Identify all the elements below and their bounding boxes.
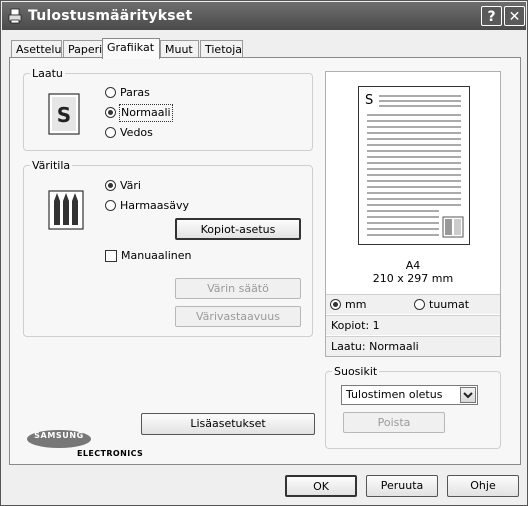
manual-checkbox[interactable] [105, 250, 117, 262]
copies-info: Kopiot: 1 [326, 315, 500, 335]
radio-label: tuumat [429, 298, 470, 311]
units-row: mm tuumat [326, 294, 500, 314]
quality-info: Laatu: Normaali [326, 336, 500, 356]
radio-label: Normaali [119, 104, 173, 122]
color-mode-legend: Väritila [32, 159, 71, 172]
pencils-icon [48, 190, 84, 230]
favorites-legend: Suosikit [334, 365, 378, 378]
radio-vedos[interactable] [105, 127, 116, 138]
delete-favorite-button[interactable]: Poista [343, 412, 445, 433]
ok-button[interactable]: OK [285, 475, 357, 497]
favorites-dropdown-button[interactable] [460, 387, 476, 403]
preview-panel: S A4 210 x 297 mm mm tuumat Kopiot: 1 La… [325, 71, 501, 357]
manual-label: Manuaalinen [121, 249, 192, 262]
title-bar: Tulostusmääritykset ? ✕ [2, 2, 526, 30]
color-matching-button[interactable]: Värivastaavuus [175, 306, 301, 327]
radio-harmaasavy[interactable] [105, 200, 116, 211]
tab-paperi[interactable]: Paperi [63, 40, 104, 58]
tab-muut[interactable]: Muut [160, 40, 199, 58]
tab-tietoja[interactable]: Tietoja [200, 40, 243, 58]
radio-label: Harmaasävy [120, 199, 190, 212]
cancel-button[interactable]: Peruuta [366, 475, 438, 497]
favorites-selected-value: Tulostimen oletus [346, 388, 443, 401]
advanced-settings-button[interactable]: Lisäasetukset [141, 413, 315, 435]
paper-size: 210 x 297 mm [372, 272, 454, 285]
electronics-logo-text: ELECTRONICS [77, 449, 144, 458]
radio-label: Paras [120, 86, 150, 99]
help-button[interactable]: Ohje [447, 475, 519, 497]
radio-vari[interactable] [105, 180, 116, 191]
print-preferences-window: Tulostusmääritykset ? ✕ Asettelu Paperi … [0, 0, 528, 506]
tab-asettelu[interactable]: Asettelu [11, 40, 62, 58]
radio-label: mm [345, 298, 367, 311]
paper-lines-graphic [367, 95, 464, 238]
radio-normaali[interactable] [105, 107, 116, 118]
favorites-group: Suosikit [325, 365, 501, 449]
radio-label: Väri [120, 179, 141, 192]
svg-text:S: S [57, 103, 71, 127]
radio-paras[interactable] [105, 87, 116, 98]
paper-preview: S [358, 86, 470, 245]
window-title: Tulostusmääritykset [28, 8, 193, 24]
radio-mm[interactable] [330, 299, 341, 310]
chevron-down-icon [463, 392, 473, 399]
printer-icon [8, 8, 22, 24]
help-title-button[interactable]: ? [481, 6, 502, 26]
tab-grafiikat[interactable]: Grafiikat [102, 38, 160, 59]
color-adjust-button[interactable]: Värin säätö [175, 278, 301, 299]
radio-label: Vedos [120, 126, 153, 139]
radio-tuumat[interactable] [414, 299, 425, 310]
document-s-icon: S [48, 93, 80, 135]
copies-settings-button[interactable]: Kopiot-asetus [175, 218, 301, 240]
quality-legend: Laatu [32, 67, 63, 80]
paper-name: A4 [405, 259, 421, 272]
favorites-select[interactable]: Tulostimen oletus [341, 385, 478, 405]
samsung-logo-text: SAMSUNG [34, 431, 84, 440]
close-button[interactable]: ✕ [504, 6, 525, 26]
